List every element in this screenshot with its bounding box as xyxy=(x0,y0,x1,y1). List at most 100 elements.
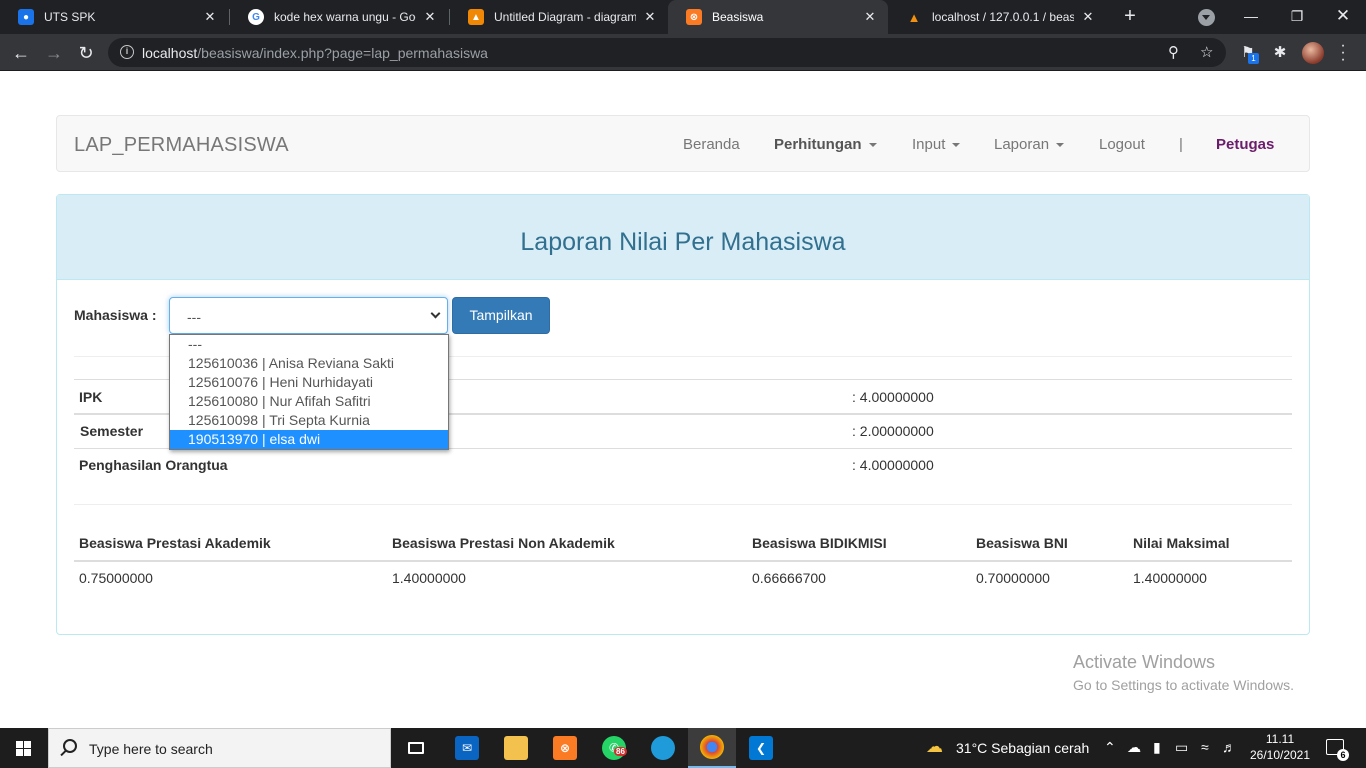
dropdown-option[interactable]: --- xyxy=(170,335,448,354)
windows-start-icon[interactable] xyxy=(0,728,48,768)
xampp-icon: ⊗ xyxy=(686,9,702,25)
tab-title: Untitled Diagram - diagrams. xyxy=(494,10,636,24)
site-info-icon[interactable]: i xyxy=(120,45,134,59)
clock-date: 26/10/2021 xyxy=(1249,748,1311,762)
extension-icon[interactable]: ⚑ 1 xyxy=(1238,43,1259,64)
activate-windows-subtitle: Go to Settings to activate Windows. xyxy=(1073,677,1294,693)
url-omnibox[interactable]: i localhost/beasiswa/index.php?page=lap_… xyxy=(108,38,1226,67)
search-icon xyxy=(63,739,77,753)
chevron-down-icon xyxy=(430,308,441,319)
close-icon[interactable]: ✕ xyxy=(202,9,218,25)
tab-diagrams[interactable]: ▲ Untitled Diagram - diagrams. ✕ xyxy=(450,0,668,34)
table-cell: 0.75000000 xyxy=(79,570,153,586)
bookmark-star-icon[interactable]: ☆ xyxy=(1200,43,1213,61)
nav-input[interactable]: Input xyxy=(912,136,961,153)
new-tab-icon[interactable]: + xyxy=(1119,5,1141,27)
nav-logout[interactable]: Logout xyxy=(1099,136,1145,153)
windows-taskbar: Type here to search ✉ ⊗ ✆86 ❮ ☁ 31°C Seb… xyxy=(0,728,1366,768)
caret-down-icon xyxy=(868,143,877,148)
vscode-icon[interactable]: ❮ xyxy=(737,728,785,768)
tab-title: UTS SPK xyxy=(44,10,96,24)
taskbar-clock[interactable]: 11.11 26/10/2021 xyxy=(1244,731,1316,763)
table-cell: 1.40000000 xyxy=(1133,570,1207,586)
tab-uts-spk[interactable]: ● UTS SPK ✕ xyxy=(0,0,228,34)
whatsapp-badge: 86 xyxy=(614,747,627,756)
criteria-label-penghasilan: Penghasilan Orangtua xyxy=(79,457,228,473)
microphone-icon[interactable]: ▮ xyxy=(1153,739,1161,756)
table-header: Beasiswa BNI xyxy=(976,535,1068,551)
xampp-icon[interactable]: ⊗ xyxy=(541,728,589,768)
nav-beranda[interactable]: Beranda xyxy=(683,136,740,153)
close-icon[interactable]: ✕ xyxy=(422,9,438,25)
navbar-brand[interactable]: LAP_PERMAHASISWA xyxy=(74,134,289,157)
wifi-icon[interactable]: ≈ xyxy=(1201,739,1209,755)
search-placeholder: Type here to search xyxy=(89,741,213,757)
dropdown-option[interactable]: 125610080 | Nur Afifah Safitri xyxy=(170,392,448,411)
edge-icon[interactable] xyxy=(639,728,687,768)
close-icon[interactable]: ✕ xyxy=(642,9,658,25)
profile-avatar[interactable] xyxy=(1302,42,1324,64)
dropdown-option[interactable]: 125610098 | Tri Septa Kurnia xyxy=(170,411,448,430)
tab-phpmyadmin[interactable]: ▲ localhost / 127.0.0.1 / beasis ✕ xyxy=(888,0,1106,34)
restore-icon[interactable]: ❐ xyxy=(1274,0,1320,34)
tab-google[interactable]: G kode hex warna ungu - Goog ✕ xyxy=(230,0,448,34)
close-icon[interactable]: ✕ xyxy=(862,9,878,25)
reload-icon[interactable]: ↻ xyxy=(74,41,98,65)
window-close-icon[interactable]: ✕ xyxy=(1320,0,1366,34)
task-view-icon[interactable] xyxy=(392,728,440,768)
taskbar-search-box[interactable]: Type here to search xyxy=(48,728,391,768)
mail-icon[interactable]: ✉ xyxy=(443,728,491,768)
divider xyxy=(74,560,1292,562)
phpmyadmin-icon: ▲ xyxy=(907,9,921,25)
table-header: Beasiswa BIDIKMISI xyxy=(752,535,887,551)
nav-perhitungan[interactable]: Perhitungan xyxy=(774,136,877,153)
whatsapp-icon[interactable]: ✆86 xyxy=(590,728,638,768)
volume-icon[interactable]: ♬ xyxy=(1222,739,1236,755)
weather-text[interactable]: 31°C Sebagian cerah xyxy=(956,740,1089,756)
extensions-puzzle-icon[interactable]: ✱ xyxy=(1270,43,1290,63)
address-bar-row: ← → ↻ i localhost/beasiswa/index.php?pag… xyxy=(0,34,1366,71)
onedrive-icon[interactable]: ☁ xyxy=(1127,739,1141,756)
dropdown-option-highlighted[interactable]: 190513970 | elsa dwi xyxy=(170,430,448,449)
menu-kebab-icon[interactable]: · · · xyxy=(1338,38,1348,68)
mahasiswa-select[interactable]: --- xyxy=(169,297,448,334)
drawio-icon: ▲ xyxy=(468,9,484,25)
nav-separator: | xyxy=(1179,136,1183,153)
battery-icon[interactable]: ▭ xyxy=(1175,739,1188,756)
back-icon[interactable]: ← xyxy=(9,41,33,65)
criteria-value-penghasilan: : 4.00000000 xyxy=(852,457,934,473)
criteria-value-ipk: : 4.00000000 xyxy=(852,389,934,405)
criteria-label-ipk: IPK xyxy=(79,389,103,405)
divider xyxy=(74,504,1292,505)
tab-title: Beasiswa xyxy=(712,10,764,24)
nav-user-petugas[interactable]: Petugas xyxy=(1216,136,1274,153)
dropdown-option[interactable]: 125610036 | Anisa Reviana Sakti xyxy=(170,354,448,373)
browser-tab-bar: ● UTS SPK ✕ G kode hex warna ungu - Goog… xyxy=(0,0,1366,34)
forward-icon[interactable]: → xyxy=(42,41,66,65)
criteria-value-semester: : 2.00000000 xyxy=(852,423,934,439)
tampilkan-button[interactable]: Tampilkan xyxy=(452,297,550,334)
google-icon: G xyxy=(248,9,264,25)
criteria-label-semester: Semester xyxy=(80,423,144,439)
url-text[interactable]: localhost/beasiswa/index.php?page=lap_pe… xyxy=(142,45,488,61)
nav-laporan[interactable]: Laporan xyxy=(994,136,1065,153)
mahasiswa-label: Mahasiswa : xyxy=(74,307,157,323)
panel-heading: Laporan Nilai Per Mahasiswa xyxy=(57,195,1309,280)
tab-search-icon[interactable] xyxy=(1198,9,1215,26)
table-cell: 1.40000000 xyxy=(392,570,466,586)
person-icon: ● xyxy=(18,9,34,25)
table-cell: 0.70000000 xyxy=(976,570,1050,586)
mahasiswa-dropdown-list: --- 125610036 | Anisa Reviana Sakti 1256… xyxy=(169,334,449,450)
tab-beasiswa[interactable]: ⊗ Beasiswa ✕ xyxy=(668,0,888,34)
chrome-icon[interactable] xyxy=(688,728,736,768)
clock-time: 11.11 xyxy=(1265,732,1295,746)
zoom-icon[interactable]: ⚲ xyxy=(1168,43,1179,61)
weather-icon[interactable]: ☁ xyxy=(926,737,943,757)
page-title: Laporan Nilai Per Mahasiswa xyxy=(520,228,846,256)
file-explorer-icon[interactable] xyxy=(492,728,540,768)
minimize-icon[interactable]: — xyxy=(1228,0,1274,34)
tab-title: kode hex warna ungu - Goog xyxy=(274,10,416,24)
dropdown-option[interactable]: 125610076 | Heni Nurhidayati xyxy=(170,373,448,392)
close-icon[interactable]: ✕ xyxy=(1080,9,1096,25)
chevron-up-icon[interactable]: ⌃ xyxy=(1104,739,1116,756)
